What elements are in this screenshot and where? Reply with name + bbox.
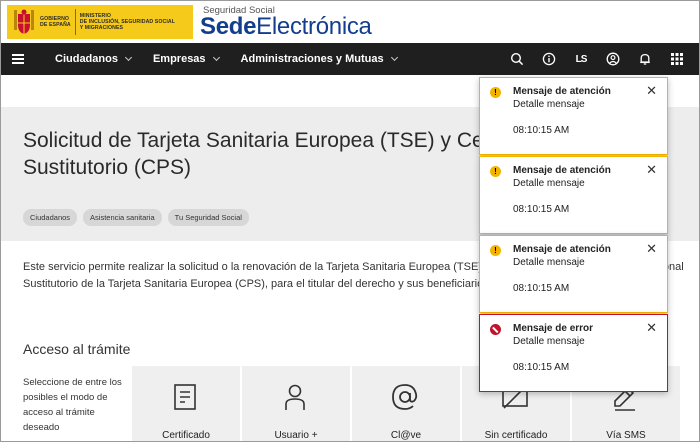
easy-read-icon[interactable]: LS — [565, 43, 597, 75]
notification-title: Mensaje de atención — [513, 244, 611, 255]
access-usuario-plus[interactable]: Usuario + — [242, 366, 350, 441]
access-method-label: Sin certificado — [484, 430, 548, 441]
close-icon[interactable]: ✕ — [646, 242, 657, 255]
chevron-down-icon — [212, 53, 220, 61]
tag-list: Ciudadanos Asistencia sanitaria Tu Segur… — [23, 209, 249, 226]
notification-detail: Detalle mensaje — [513, 336, 585, 347]
access-method-label: Usuario + — [274, 430, 318, 441]
user-plus-icon — [285, 384, 305, 410]
brand-title: SedeElectrónica — [200, 13, 372, 40]
main-navigation: Ciudadanos Empresas Administraciones y M… — [1, 43, 699, 75]
notification-title: Mensaje de atención — [513, 165, 611, 176]
close-icon[interactable]: ✕ — [646, 163, 657, 176]
government-text: GOBIERNO DE ESPAÑA — [40, 16, 71, 28]
user-icon[interactable] — [597, 43, 629, 75]
notification-detail: Detalle mensaje — [513, 257, 585, 268]
logo-divider — [74, 9, 76, 35]
tag-tu-seguridad-social[interactable]: Tu Seguridad Social — [167, 209, 249, 226]
nav-item-ciudadanos[interactable]: Ciudadanos — [55, 53, 132, 65]
notification-time: 08:10:15 AM — [513, 204, 570, 215]
site-header: GOBIERNO DE ESPAÑA MINISTERIO DE INCLUSI… — [1, 1, 699, 43]
notification-warning: ! Mensaje de atención Detalle mensaje 08… — [479, 235, 668, 313]
access-method-label: Certificado — [162, 430, 210, 441]
search-icon[interactable] — [501, 43, 533, 75]
nav-label: Ciudadanos — [55, 53, 118, 65]
notification-error: Mensaje de error Detalle mensaje 08:10:1… — [479, 314, 668, 392]
sede-electronica-logo[interactable]: Seguridad Social SedeElectrónica — [200, 5, 372, 40]
government-logo[interactable]: GOBIERNO DE ESPAÑA MINISTERIO DE INCLUSI… — [7, 5, 193, 39]
browser-frame: GOBIERNO DE ESPAÑA MINISTERIO DE INCLUSI… — [0, 0, 700, 442]
warning-icon: ! — [490, 245, 501, 256]
warning-icon: ! — [490, 166, 501, 177]
certificate-icon — [174, 384, 196, 410]
tag-asistencia-sanitaria[interactable]: Asistencia sanitaria — [83, 209, 162, 226]
error-icon — [490, 324, 501, 335]
access-method-label: Vía SMS — [606, 430, 646, 441]
notifications-icon[interactable] — [629, 43, 661, 75]
notification-time: 08:10:15 AM — [513, 283, 570, 294]
brand-light: Electrónica — [256, 13, 372, 40]
nav-item-empresas[interactable]: Empresas — [152, 53, 220, 65]
close-icon[interactable]: ✕ — [646, 84, 657, 97]
notification-detail: Detalle mensaje — [513, 99, 585, 110]
nav-label: Empresas — [152, 53, 206, 65]
ministry-line-3: Y MIGRACIONES — [79, 25, 124, 31]
gov-line-2: DE ESPAÑA — [40, 22, 71, 28]
access-certificado[interactable]: Certificado — [132, 366, 240, 441]
chevron-down-icon — [390, 53, 398, 61]
apps-grid-icon[interactable] — [661, 43, 693, 75]
notification-title: Mensaje de atención — [513, 86, 611, 97]
easy-read-label: LS — [575, 53, 588, 65]
coat-of-arms-icon — [12, 8, 36, 36]
notification-warning: ! Mensaje de atención Detalle mensaje 08… — [479, 77, 668, 155]
access-instructions: Seleccione de entre los posibles el modo… — [23, 377, 122, 433]
notification-detail: Detalle mensaje — [513, 178, 585, 189]
at-sign-icon — [392, 384, 418, 410]
menu-icon[interactable] — [12, 52, 24, 67]
brand-bold: Sede — [200, 13, 257, 40]
chevron-down-icon — [124, 53, 132, 61]
warning-icon: ! — [490, 87, 501, 98]
notification-time: 08:10:15 AM — [513, 362, 570, 373]
access-clave[interactable]: Cl@ve — [352, 366, 460, 441]
notification-time: 08:10:15 AM — [513, 125, 570, 136]
tag-ciudadanos[interactable]: Ciudadanos — [23, 209, 78, 226]
ministry-text: MINISTERIO DE INCLUSIÓN, SEGURIDAD SOCIA… — [80, 13, 175, 31]
close-icon[interactable]: ✕ — [646, 321, 657, 334]
info-icon[interactable] — [533, 43, 565, 75]
nav-icon-bar: LS — [501, 43, 693, 75]
notification-warning: ! Mensaje de atención Detalle mensaje 08… — [479, 156, 668, 234]
nav-label: Administraciones y Mutuas — [240, 53, 384, 65]
access-method-label: Cl@ve — [390, 430, 422, 441]
nav-item-administraciones[interactable]: Administraciones y Mutuas — [240, 53, 398, 65]
notification-title: Mensaje de error — [513, 323, 594, 334]
access-heading: Acceso al trámite — [23, 341, 131, 357]
